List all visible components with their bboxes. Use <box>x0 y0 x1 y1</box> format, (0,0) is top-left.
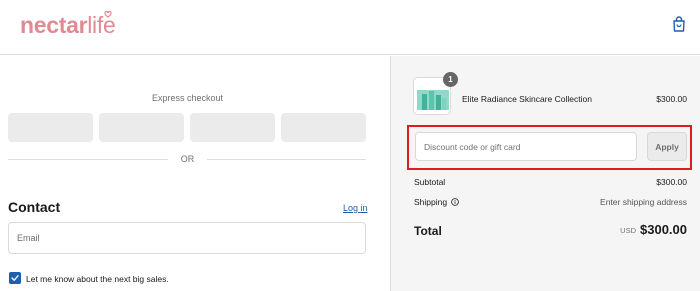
shipping-row: Shipping <box>414 197 459 207</box>
checkmark-icon <box>11 275 19 281</box>
shipping-label: Shipping <box>414 197 448 207</box>
product-price: $300.00 <box>656 94 687 104</box>
shipping-value: Enter shipping address <box>600 197 687 207</box>
total-amount: USD $300.00 <box>620 222 687 237</box>
marketing-checkbox-label: Let me know about the next big sales. <box>26 274 169 284</box>
marketing-checkbox[interactable] <box>9 272 21 284</box>
logo-text-bold: nectar <box>20 12 88 38</box>
shopping-bag-icon[interactable] <box>671 15 687 33</box>
email-field[interactable] <box>8 222 366 254</box>
express-checkout-title: Express checkout <box>151 93 224 103</box>
express-button-2[interactable] <box>99 113 184 142</box>
info-icon[interactable] <box>451 198 459 206</box>
checkout-form: Express checkout OR Contact Log in Let m… <box>0 56 389 291</box>
express-button-3[interactable] <box>190 113 275 142</box>
express-button-4[interactable] <box>281 113 366 142</box>
login-link[interactable]: Log in <box>343 203 368 213</box>
header: nectarlife <box>0 0 700 55</box>
heart-icon <box>104 10 112 18</box>
contact-title: Contact <box>8 199 61 215</box>
total-currency: USD <box>620 226 636 235</box>
subtotal-label: Subtotal <box>414 177 446 187</box>
subtotal-value: $300.00 <box>656 177 687 187</box>
apply-button[interactable]: Apply <box>647 132 687 161</box>
or-separator: OR <box>0 154 375 164</box>
order-summary: 1 Elite Radiance Skincare Collection $30… <box>390 56 700 291</box>
product-name: Elite Radiance Skincare Collection <box>462 94 592 104</box>
total-label: Total <box>414 224 442 238</box>
quantity-badge: 1 <box>443 72 458 87</box>
discount-code-input[interactable] <box>415 132 637 161</box>
total-value: $300.00 <box>640 222 687 237</box>
or-label: OR <box>172 154 203 164</box>
express-button-1[interactable] <box>8 113 93 142</box>
